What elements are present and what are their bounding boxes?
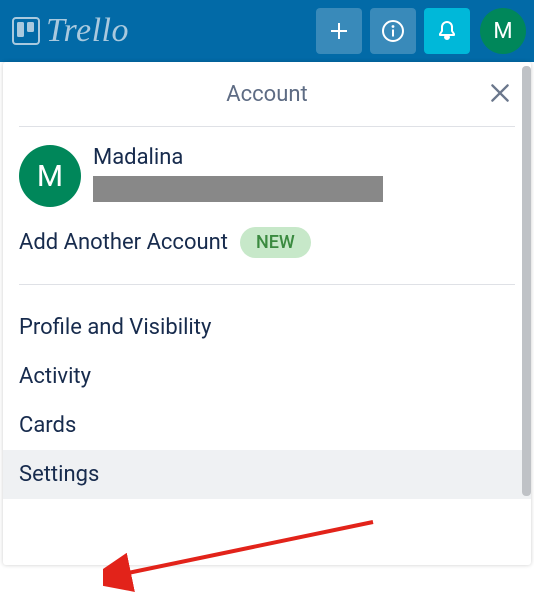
- annotation-arrow: [103, 512, 403, 592]
- menu-settings[interactable]: Settings: [3, 450, 531, 499]
- divider: [19, 284, 515, 285]
- panel-header: Account: [19, 62, 515, 126]
- new-badge: NEW: [240, 227, 311, 258]
- user-avatar-large: M: [19, 145, 81, 207]
- notifications-button[interactable]: [424, 8, 470, 54]
- user-name: Madalina: [93, 145, 383, 170]
- account-panel: Account M Madalina Add Another Account N…: [3, 62, 531, 565]
- trello-wordmark: Trello: [46, 12, 129, 50]
- bell-icon: [435, 19, 459, 43]
- close-icon: [487, 80, 513, 106]
- info-icon: [381, 19, 405, 43]
- trello-board-icon: [12, 17, 40, 45]
- create-button[interactable]: [316, 8, 362, 54]
- scrollbar[interactable]: [522, 66, 531, 496]
- close-button[interactable]: [487, 80, 513, 110]
- plus-icon: [327, 19, 351, 43]
- profile-row: M Madalina: [19, 145, 515, 207]
- info-button[interactable]: [370, 8, 416, 54]
- add-another-account[interactable]: Add Another Account NEW: [19, 223, 515, 262]
- top-nav-bar: Trello M: [0, 0, 534, 62]
- menu-activity[interactable]: Activity: [3, 352, 531, 401]
- panel-title: Account: [226, 82, 307, 107]
- menu-cards[interactable]: Cards: [3, 401, 531, 450]
- user-email-redacted: [93, 176, 383, 202]
- menu-profile-visibility[interactable]: Profile and Visibility: [3, 303, 531, 352]
- add-account-label: Add Another Account: [19, 230, 228, 255]
- user-avatar-button[interactable]: M: [480, 8, 526, 54]
- avatar-initial-large: M: [37, 159, 63, 194]
- trello-logo[interactable]: Trello: [12, 12, 129, 50]
- account-menu: Profile and Visibility Activity Cards Se…: [3, 303, 531, 499]
- avatar-initial: M: [493, 19, 512, 44]
- divider: [19, 126, 515, 127]
